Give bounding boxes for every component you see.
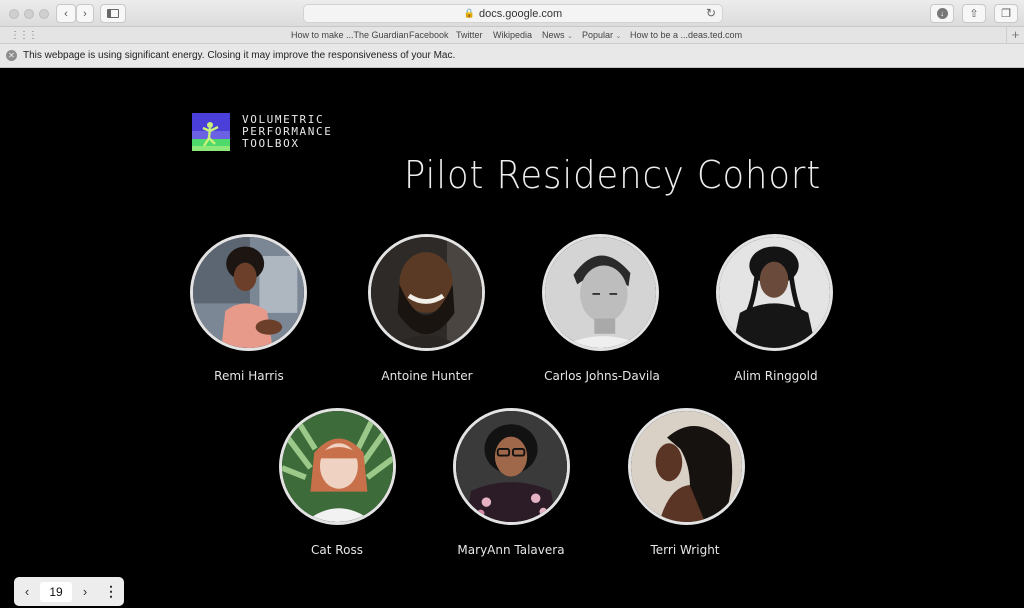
- portrait-image: [456, 411, 567, 522]
- address-bar[interactable]: 🔒 docs.google.com ↻: [303, 4, 723, 23]
- favorite-link[interactable]: How to make ...The Guardian: [291, 30, 409, 40]
- energy-warning-text: This webpage is using significant energy…: [23, 50, 456, 61]
- person-name: Remi Harris: [214, 369, 284, 383]
- downloads-button[interactable]: ↓: [930, 4, 954, 23]
- new-tab-button[interactable]: +: [1006, 27, 1024, 44]
- chevron-left-icon[interactable]: ‹: [14, 584, 40, 599]
- portrait-image: [631, 411, 742, 522]
- portrait-image: [193, 237, 304, 348]
- more-vertical-icon[interactable]: ⋮: [98, 583, 124, 600]
- portrait-image: [371, 237, 482, 348]
- avatar-alim-ringgold: [716, 234, 833, 351]
- person-name: Alim Ringgold: [734, 369, 818, 383]
- browser-titlebar: ‹ › 🔒 docs.google.com ↻ ↓ ⇧ ❐: [0, 0, 1024, 27]
- person-name: Terri Wright: [650, 543, 720, 557]
- energy-warning-bar: ✕ This webpage is using significant ener…: [0, 44, 1024, 68]
- chevron-right-icon[interactable]: ›: [72, 584, 98, 599]
- slide-title: Pilot Residency Cohort: [404, 153, 822, 197]
- slide-navigator: ‹ 19 › ⋮: [14, 577, 124, 606]
- person-name: Cat Ross: [311, 543, 363, 557]
- favorite-link[interactable]: How to be a ...deas.ted.com: [630, 30, 742, 40]
- favorite-link[interactable]: Twitter: [456, 30, 483, 40]
- page-number[interactable]: 19: [40, 581, 72, 602]
- favorite-folder-label: News: [542, 30, 565, 40]
- favorites-bar: ⋮⋮⋮ How to make ...The Guardian Facebook…: [0, 27, 1024, 44]
- window-close-button[interactable]: [9, 9, 19, 19]
- favorite-folder[interactable]: News ⌄: [542, 30, 573, 40]
- chevron-right-icon: ›: [83, 7, 87, 20]
- presentation-slide: VOLUMETRIC PERFORMANCE TOOLBOX Pilot Res…: [0, 69, 1024, 608]
- window-zoom-button[interactable]: [39, 9, 49, 19]
- toolbox-wordmark: VOLUMETRIC PERFORMANCE TOOLBOX: [242, 114, 332, 150]
- avatar-remi-harris: [190, 234, 307, 351]
- avatar-maryann-talavera: [453, 408, 570, 525]
- avatar-terri-wright: [628, 408, 745, 525]
- chevron-down-icon: ⌄: [615, 33, 622, 40]
- tabs-overview-button[interactable]: ❐: [994, 4, 1018, 23]
- grid-icon[interactable]: ⋮⋮⋮: [10, 30, 38, 41]
- window-minimize-button[interactable]: [24, 9, 34, 19]
- avatar-carlos-johns-davila: [542, 234, 659, 351]
- share-button[interactable]: ⇧: [962, 4, 986, 23]
- portrait-image: [719, 237, 830, 348]
- favorite-folder[interactable]: Popular ⌄: [582, 30, 621, 40]
- reload-icon[interactable]: ↻: [706, 6, 716, 20]
- logo-line: TOOLBOX: [242, 137, 300, 150]
- sidebar-icon: [107, 9, 119, 18]
- portrait-image: [282, 411, 393, 522]
- person-name: Carlos Johns-Davila: [544, 369, 660, 383]
- sidebar-toggle-button[interactable]: [100, 4, 126, 23]
- chevron-down-icon: ⌄: [567, 33, 573, 40]
- url-text: docs.google.com: [479, 7, 563, 20]
- tabs-icon: ❐: [1001, 8, 1011, 20]
- chevron-left-icon: ‹: [64, 7, 68, 20]
- person-name: Antoine Hunter: [381, 369, 473, 383]
- close-warning-icon[interactable]: ✕: [6, 50, 17, 61]
- forward-button[interactable]: ›: [76, 4, 94, 23]
- favorite-link[interactable]: Facebook: [409, 30, 449, 40]
- favorite-link[interactable]: Wikipedia: [493, 30, 532, 40]
- back-button[interactable]: ‹: [56, 4, 76, 23]
- favorite-folder-label: Popular: [582, 30, 614, 40]
- avatar-antoine-hunter: [368, 234, 485, 351]
- download-icon: ↓: [936, 8, 948, 19]
- portrait-image: [545, 237, 656, 348]
- person-name: MaryAnn Talavera: [457, 543, 565, 557]
- avatar-cat-ross: [279, 408, 396, 525]
- lock-icon: 🔒: [463, 8, 476, 18]
- share-icon: ⇧: [969, 8, 979, 20]
- toolbox-logo: [192, 113, 230, 151]
